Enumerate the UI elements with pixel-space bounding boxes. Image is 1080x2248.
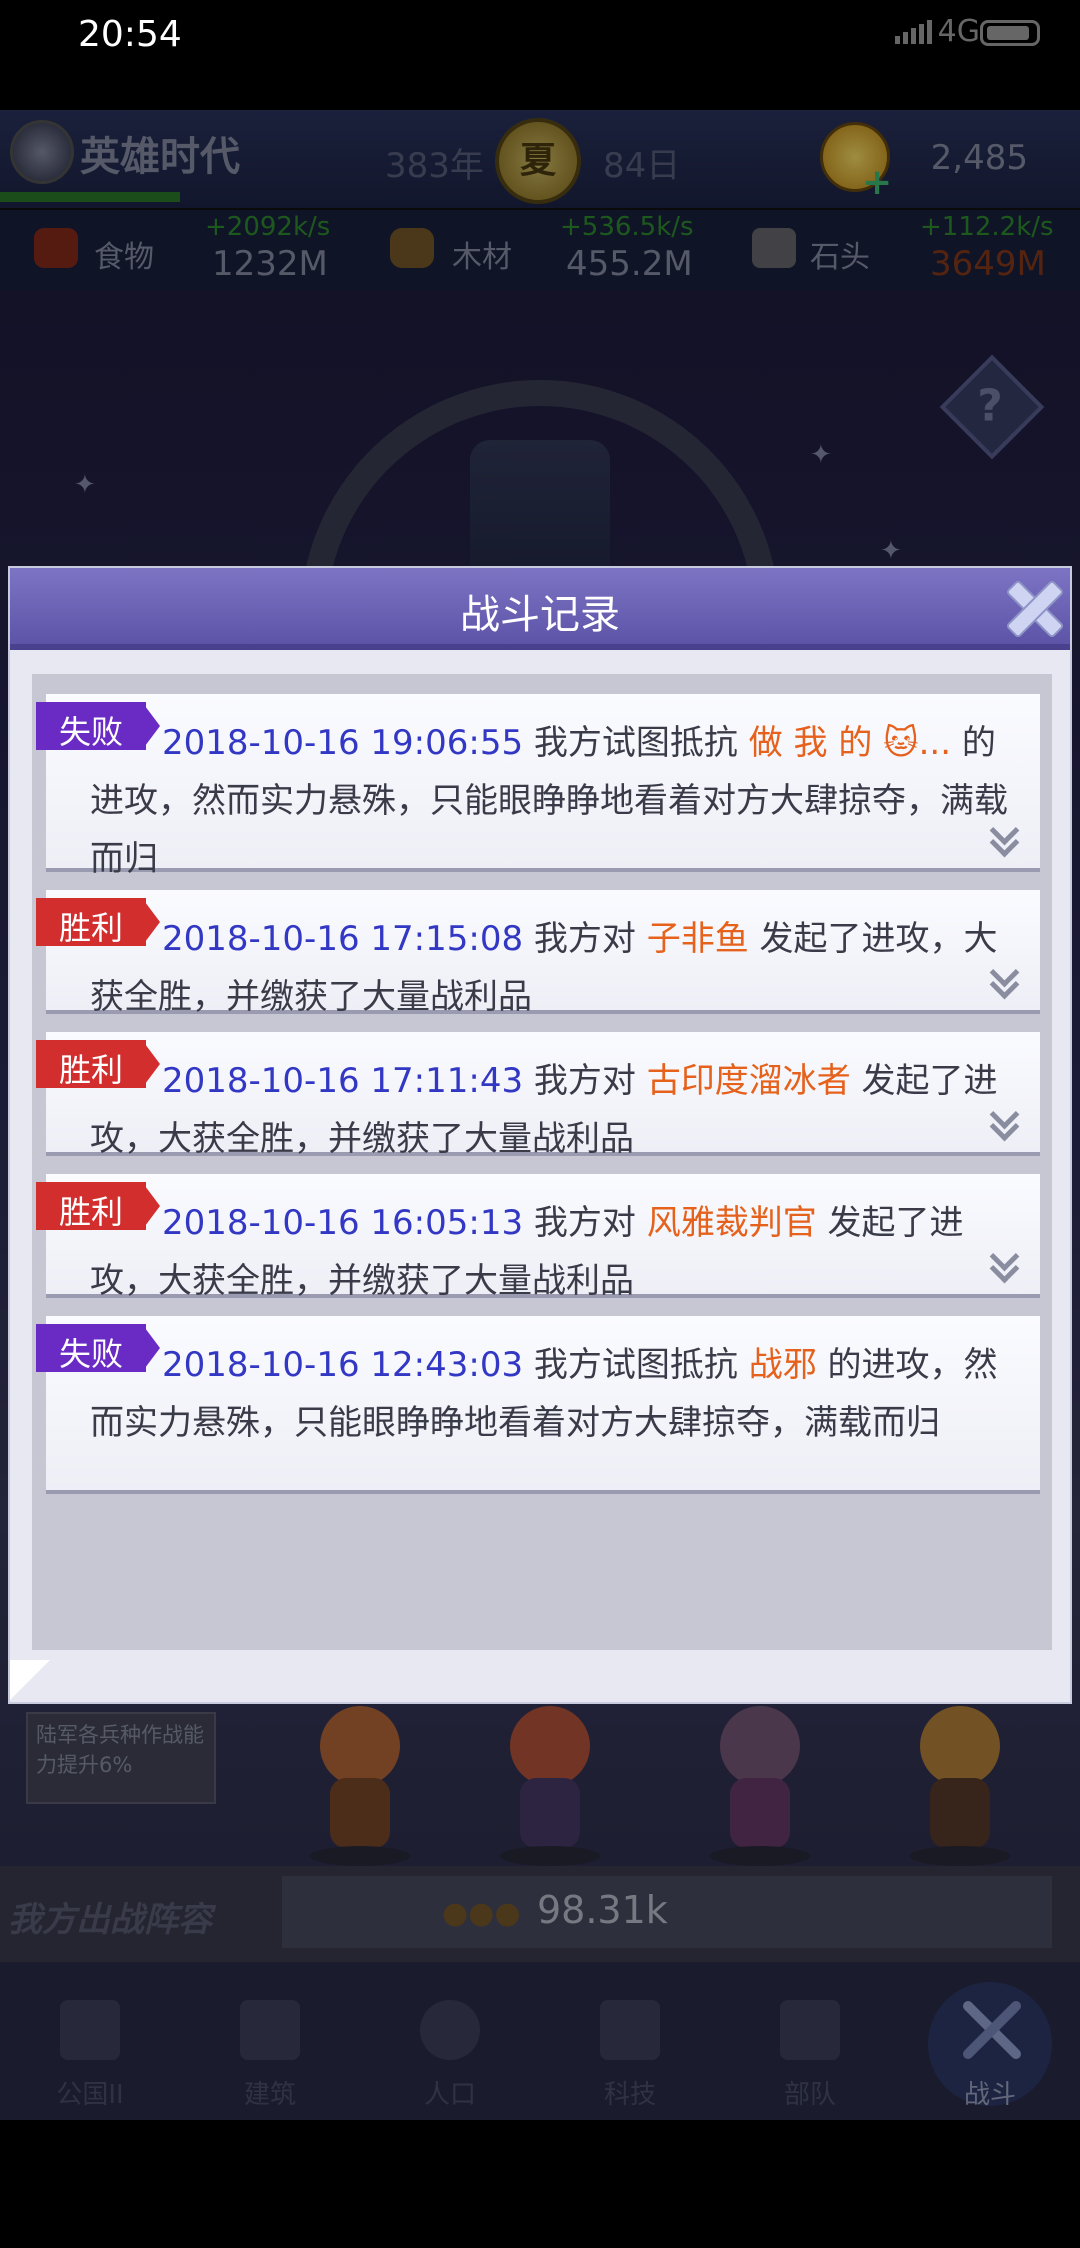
status-bar: 20:54 4G [0, 0, 1080, 70]
expand-icon[interactable] [988, 962, 1022, 996]
dialog-corner-decoration [10, 1660, 50, 1700]
dialog-header: 战斗记录 [10, 568, 1070, 650]
opponent-name[interactable]: 古印度溜冰者 [647, 1061, 851, 1101]
record-text-pre: 我方试图抵抗 [523, 723, 749, 763]
signal-icon [895, 20, 932, 44]
opponent-name[interactable]: 子非鱼 [647, 919, 749, 959]
battle-record-list[interactable]: 失败 2018-10-16 19:06:55 我方试图抵抗 做 我 的 🐱...… [32, 674, 1052, 1650]
record-timestamp: 2018-10-16 12:43:03 [162, 1345, 524, 1385]
record-timestamp: 2018-10-16 16:05:13 [162, 1203, 524, 1243]
record-text: 2018-10-16 17:11:43 我方对 古印度溜冰者 发起了进攻，大获全… [90, 1052, 1016, 1168]
record-text-pre: 我方对 [523, 1061, 647, 1101]
record-text-pre: 我方对 [523, 1203, 647, 1243]
record-text-pre: 我方对 [523, 919, 647, 959]
record-text: 2018-10-16 17:15:08 我方对 子非鱼 发起了进攻，大获全胜，并… [90, 910, 1016, 1026]
battle-record-dialog: 战斗记录 失败 2018-10-16 19:06:55 我方试图抵抗 做 我 的… [8, 566, 1072, 1704]
system-nav-area [0, 2120, 1080, 2248]
close-icon[interactable] [998, 574, 1064, 636]
network-type: 4G [937, 14, 980, 49]
battle-record-item[interactable]: 胜利 2018-10-16 17:15:08 我方对 子非鱼 发起了进攻，大获全… [36, 890, 1040, 1017]
opponent-name[interactable]: 做 我 的 🐱... [749, 723, 951, 763]
dialog-title: 战斗记录 [460, 592, 620, 638]
expand-icon[interactable] [988, 1246, 1022, 1280]
battery-icon [980, 20, 1040, 46]
record-text-pre: 我方试图抵抗 [523, 1345, 749, 1385]
record-timestamp: 2018-10-16 17:15:08 [162, 919, 524, 959]
record-text: 2018-10-16 12:43:03 我方试图抵抗 战邪 的进攻，然而实力悬殊… [90, 1336, 1016, 1452]
battle-record-item[interactable]: 失败 2018-10-16 19:06:55 我方试图抵抗 做 我 的 🐱...… [36, 694, 1040, 879]
opponent-name[interactable]: 风雅裁判官 [647, 1203, 817, 1243]
opponent-name[interactable]: 战邪 [749, 1345, 817, 1385]
battle-record-item[interactable]: 失败 2018-10-16 12:43:03 我方试图抵抗 战邪 的进攻，然而实… [36, 1316, 1040, 1494]
battle-record-item[interactable]: 胜利 2018-10-16 17:11:43 我方对 古印度溜冰者 发起了进攻，… [36, 1032, 1040, 1159]
battle-record-item[interactable]: 胜利 2018-10-16 16:05:13 我方对 风雅裁判官 发起了进攻，大… [36, 1174, 1040, 1301]
record-timestamp: 2018-10-16 19:06:55 [162, 723, 524, 763]
record-text: 2018-10-16 19:06:55 我方试图抵抗 做 我 的 🐱... 的进… [90, 714, 1016, 888]
clock: 20:54 [78, 14, 182, 55]
record-text: 2018-10-16 16:05:13 我方对 风雅裁判官 发起了进攻，大获全胜… [90, 1194, 1016, 1310]
record-timestamp: 2018-10-16 17:11:43 [162, 1061, 524, 1101]
expand-icon[interactable] [988, 1104, 1022, 1138]
expand-icon[interactable] [988, 820, 1022, 854]
